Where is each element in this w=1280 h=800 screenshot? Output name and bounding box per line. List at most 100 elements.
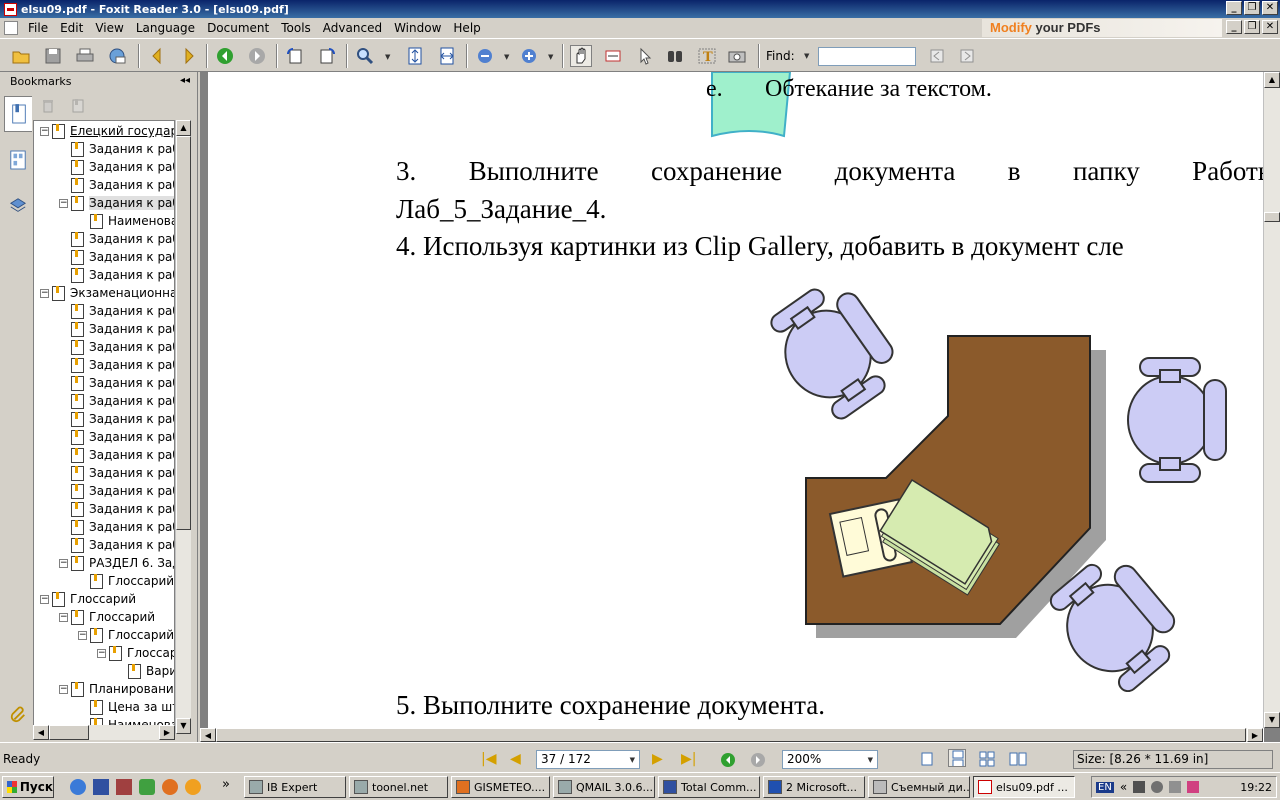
expand-toggle-icon[interactable]: − <box>40 126 49 136</box>
zoom-out-dropdown-arrow[interactable]: ▼ <box>504 53 509 61</box>
next-page-status-icon[interactable]: ▶ <box>652 751 663 767</box>
expand-toggle-icon[interactable]: − <box>59 684 68 694</box>
disk-quicklaunch-icon[interactable] <box>93 779 109 795</box>
bookmark-item[interactable]: Задания к раб <box>59 392 174 410</box>
next-page-icon[interactable] <box>178 45 200 67</box>
bookmark-item[interactable]: Задания к раб <box>59 230 174 248</box>
task-toonel[interactable]: toonel.net <box>349 776 448 798</box>
start-button[interactable]: Пуск <box>2 776 54 798</box>
bookmark-item[interactable]: Задания к раб <box>59 176 174 194</box>
bookmark-item[interactable]: − Глоссарий <box>78 626 174 644</box>
history-back-icon[interactable] <box>719 751 737 769</box>
expand-toggle-icon[interactable]: − <box>59 198 68 208</box>
rotate-right-icon[interactable] <box>316 45 338 67</box>
network-tray-icon[interactable] <box>1133 781 1146 793</box>
page-number-field[interactable]: 37 / 172 ▼ <box>536 750 640 769</box>
text-select-icon[interactable] <box>602 45 624 67</box>
thumbnails-tab-icon[interactable] <box>4 142 32 178</box>
bookmark-item[interactable]: Задания к раб <box>59 446 174 464</box>
document-hscrollbar[interactable]: ◀ ▶ <box>200 728 1263 742</box>
hand-tool-icon[interactable] <box>570 45 592 67</box>
bookmark-item[interactable]: − РАЗДЕЛ 6. Зад <box>59 554 174 572</box>
bookmark-item[interactable]: Задания к раб <box>59 464 174 482</box>
expand-toggle-icon[interactable]: − <box>40 288 49 298</box>
tray-expand[interactable]: « <box>1120 780 1127 794</box>
snapshot-icon[interactable] <box>726 45 748 67</box>
maximize-button[interactable]: ❐ <box>1244 1 1260 15</box>
bookmark-item[interactable]: Глоссарий <box>78 572 174 590</box>
menu-tools[interactable]: Tools <box>275 18 317 38</box>
bookmark-item[interactable]: − Глоссар <box>97 644 174 662</box>
modify-pdfs-banner[interactable]: Modify your PDFs <box>982 19 1222 37</box>
bookmark-item[interactable]: Задания к раб <box>59 320 174 338</box>
bookmark-item[interactable]: Задания к раб <box>59 266 174 284</box>
bookmark-item[interactable]: Задания к раб <box>59 356 174 374</box>
doc-scroll-right-arrow[interactable]: ▶ <box>1247 728 1263 742</box>
history-forward-icon[interactable] <box>749 751 767 769</box>
menu-window[interactable]: Window <box>388 18 447 38</box>
bookmark-item[interactable]: Задания к раб <box>59 482 174 500</box>
bookmark-item[interactable]: Задания к раб <box>59 410 174 428</box>
add-bookmark-icon[interactable] <box>70 98 86 114</box>
zoom-in-icon[interactable] <box>518 45 540 67</box>
continuous-facing-icon[interactable] <box>1009 751 1027 767</box>
ie-quicklaunch-icon[interactable] <box>70 779 86 795</box>
expand-toggle-icon[interactable]: − <box>97 648 106 658</box>
find-input[interactable] <box>818 47 916 66</box>
zoom-level-field[interactable]: 200% ▼ <box>782 750 878 769</box>
task-total-commander[interactable]: Total Comm... <box>658 776 760 798</box>
doc-scroll-up-arrow[interactable]: ▲ <box>1264 72 1280 88</box>
menu-document[interactable]: Document <box>201 18 275 38</box>
menu-advanced[interactable]: Advanced <box>317 18 388 38</box>
doc-close-button[interactable]: ✕ <box>1262 20 1278 34</box>
expand-toggle-icon[interactable]: − <box>40 594 49 604</box>
expand-toggle-icon[interactable]: − <box>59 612 68 622</box>
bookmark-item[interactable]: Задания к раб <box>59 374 174 392</box>
select-icon[interactable] <box>634 45 656 67</box>
task-qmail[interactable]: QMAIL 3.0.6.... <box>553 776 655 798</box>
attachments-tab-icon[interactable] <box>4 696 32 732</box>
close-button[interactable]: ✕ <box>1262 1 1278 15</box>
bookmark-item[interactable]: Задания к раб <box>59 158 174 176</box>
bookmark-item[interactable]: Вари <box>116 662 174 680</box>
bookmarks-tab-icon[interactable] <box>4 96 32 132</box>
task-microsoft-word[interactable]: 2 Microsoft... <box>763 776 865 798</box>
first-page-icon[interactable]: |◀ <box>481 751 496 767</box>
scroll-left-arrow[interactable]: ◀ <box>33 725 49 740</box>
bookmark-item[interactable]: Задания к раб <box>59 338 174 356</box>
task-elsu09[interactable]: elsu09.pdf ... <box>973 776 1075 798</box>
bookmark-item[interactable]: Задания к раб <box>59 536 174 554</box>
scroll-up-arrow[interactable]: ▲ <box>176 120 191 136</box>
bookmark-tree-hscrollbar[interactable]: ◀ ▶ <box>33 725 175 740</box>
firefox-quicklaunch-icon[interactable] <box>162 779 178 795</box>
find-next-icon[interactable] <box>956 45 978 67</box>
bookmark-item[interactable]: Задания к раб <box>59 302 174 320</box>
find-prev-icon[interactable] <box>926 45 948 67</box>
doc-scroll-thumb[interactable] <box>1264 212 1280 222</box>
hscroll-thumb[interactable] <box>49 725 89 740</box>
email-icon[interactable] <box>106 45 128 67</box>
doc-hscroll-thumb[interactable] <box>216 728 1246 742</box>
doc-scroll-down-arrow[interactable]: ▼ <box>1264 712 1280 728</box>
bookmark-item[interactable]: Цена за шт <box>78 698 174 716</box>
doc-scroll-left-arrow[interactable]: ◀ <box>200 728 216 742</box>
page-dropdown-arrow[interactable]: ▼ <box>630 752 635 769</box>
document-scrollbar[interactable]: ▲ ▼ <box>1263 72 1280 728</box>
zoom-level-dropdown-arrow[interactable]: ▼ <box>868 752 873 769</box>
tray-app2-icon[interactable] <box>1187 781 1200 793</box>
task-ib-expert[interactable]: IB Expert <box>244 776 346 798</box>
zoom-dropdown-arrow[interactable]: ▼ <box>385 53 390 61</box>
minimize-button[interactable]: _ <box>1226 1 1242 15</box>
zoom-in-dropdown-arrow[interactable]: ▼ <box>548 53 553 61</box>
bookmark-item[interactable]: − Глоссарий <box>40 590 136 608</box>
menu-view[interactable]: View <box>89 18 129 38</box>
player-quicklaunch-icon[interactable] <box>185 779 201 795</box>
app-quicklaunch-icon[interactable] <box>116 779 132 795</box>
quicklaunch-more[interactable]: » <box>222 777 230 792</box>
task-gismeteo[interactable]: GISMETEO.... <box>451 776 550 798</box>
menu-help[interactable]: Help <box>447 18 486 38</box>
fit-width-icon[interactable] <box>436 45 458 67</box>
previous-page-icon[interactable]: ◀ <box>510 751 521 767</box>
back-icon[interactable] <box>214 45 236 67</box>
document-icon[interactable] <box>4 21 18 35</box>
